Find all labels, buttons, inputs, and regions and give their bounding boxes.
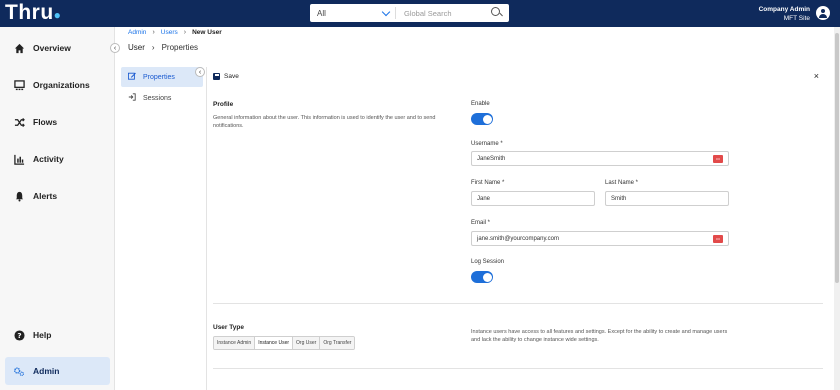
search-input[interactable]: Global Search — [396, 9, 491, 18]
sub-nav: Properties Sessions — [121, 67, 203, 109]
username-field[interactable]: JaneSmith ••• — [471, 151, 729, 166]
page-title-separator: › — [151, 43, 155, 52]
page-title: User › Properties — [128, 43, 198, 52]
save-label: Save — [224, 73, 239, 80]
sign-in-icon — [127, 93, 137, 103]
scrollbar[interactable] — [834, 27, 840, 390]
organizations-icon — [5, 79, 33, 91]
profile-title: Profile — [213, 101, 234, 108]
profile-description: General information about the user. This… — [213, 115, 436, 129]
user-info[interactable]: Company Admin MFT Site — [759, 5, 810, 23]
left-nav: Overview Organizations Flows Activity Al… — [0, 27, 115, 390]
email-label: Email * — [471, 220, 491, 226]
user-type-option-instance-admin[interactable]: Instance Admin — [214, 337, 256, 349]
nav-label: Activity — [33, 154, 64, 164]
nav-item-alerts[interactable]: Alerts — [5, 182, 110, 210]
breadcrumb-separator: › — [152, 29, 155, 36]
shuffle-icon — [5, 117, 33, 128]
breadcrumb-admin[interactable]: Admin — [128, 29, 146, 36]
save-icon — [213, 73, 220, 80]
email-field[interactable]: jane.smith@yourcompany.com ••• — [471, 231, 729, 246]
nav-label: Organizations — [33, 80, 90, 90]
nav-label: Alerts — [33, 191, 58, 201]
nav-label: Help — [33, 330, 52, 340]
chevron-down-icon — [381, 7, 391, 16]
gears-icon — [5, 366, 33, 377]
key-icon[interactable]: ••• — [713, 155, 723, 163]
user-site: MFT Site — [783, 15, 810, 22]
enable-toggle[interactable] — [471, 113, 493, 125]
save-button[interactable]: Save — [213, 73, 239, 80]
nav-item-overview[interactable]: Overview — [5, 34, 110, 62]
user-type-option-org-transfer[interactable]: Org Transfer — [320, 337, 355, 349]
nav-item-admin[interactable]: Admin — [5, 357, 110, 385]
user-type-option-org-user[interactable]: Org User — [293, 337, 321, 349]
help-icon: ? — [5, 329, 33, 341]
user-type-option-instance-user[interactable]: Instance User — [255, 337, 294, 349]
section-divider — [213, 303, 823, 304]
subnav-label: Sessions — [143, 94, 172, 102]
log-session-label: Log Session — [471, 259, 505, 265]
last-name-value: Smith — [611, 195, 627, 202]
bell-icon — [5, 191, 33, 202]
nav-label: Admin — [33, 366, 60, 376]
nav-label: Flows — [33, 117, 58, 127]
svg-text:?: ? — [17, 330, 21, 339]
user-role: Company Admin — [758, 6, 810, 13]
search-scope-value: All — [317, 8, 326, 18]
nav-item-activity[interactable]: Activity — [5, 145, 110, 173]
section-divider — [213, 368, 823, 369]
close-button[interactable]: × — [814, 71, 819, 81]
nav-item-help[interactable]: ? Help — [5, 321, 110, 349]
collapse-subnav-button[interactable]: ‹ — [195, 67, 205, 77]
user-properties-panel: Save × Profile General information about… — [206, 67, 828, 390]
username-label: Username * — [471, 141, 503, 147]
breadcrumb-current: New User — [192, 29, 222, 36]
user-type-description: Instance users have access to all featur… — [471, 329, 728, 343]
global-search: All Global Search — [310, 4, 509, 22]
top-bar: Thru● All Global Search Company Admin MF… — [0, 0, 840, 27]
first-name-label: First Name * — [471, 180, 505, 186]
email-value: jane.smith@yourcompany.com — [477, 235, 560, 242]
user-type-title: User Type — [213, 324, 244, 331]
first-name-field[interactable]: Jane — [471, 191, 595, 206]
logo-dot: ● — [53, 8, 62, 22]
subnav-label: Properties — [143, 73, 175, 81]
key-icon[interactable]: ••• — [713, 235, 723, 243]
first-name-value: Jane — [477, 195, 491, 202]
log-session-toggle[interactable] — [471, 271, 493, 283]
subnav-item-sessions[interactable]: Sessions — [121, 88, 203, 108]
breadcrumb: Admin › Users › New User — [128, 29, 222, 36]
page-title-sub: Properties — [161, 43, 199, 52]
breadcrumb-separator: › — [183, 29, 187, 36]
avatar-icon[interactable] — [816, 6, 830, 20]
chart-icon — [5, 154, 33, 165]
collapse-nav-button[interactable]: ‹ — [110, 43, 120, 53]
home-icon — [5, 43, 33, 54]
breadcrumb-users[interactable]: Users — [161, 29, 178, 36]
nav-item-flows[interactable]: Flows — [5, 108, 110, 136]
last-name-label: Last Name * — [605, 180, 639, 186]
edit-icon — [127, 72, 137, 82]
last-name-field[interactable]: Smith — [605, 191, 729, 206]
user-type-selector: Instance Admin Instance User Org User Or… — [213, 336, 356, 350]
nav-label: Overview — [33, 43, 71, 53]
search-scope-select[interactable]: All — [310, 7, 396, 19]
search-icon[interactable] — [491, 7, 503, 19]
thru-logo[interactable]: Thru● — [5, 1, 61, 25]
subnav-item-properties[interactable]: Properties — [121, 67, 203, 87]
nav-item-organizations[interactable]: Organizations — [5, 71, 110, 99]
username-value: JaneSmith — [477, 155, 506, 162]
scrollbar-thumb[interactable] — [835, 33, 839, 283]
page-title-main: User — [128, 43, 145, 52]
enable-label: Enable — [471, 101, 490, 107]
